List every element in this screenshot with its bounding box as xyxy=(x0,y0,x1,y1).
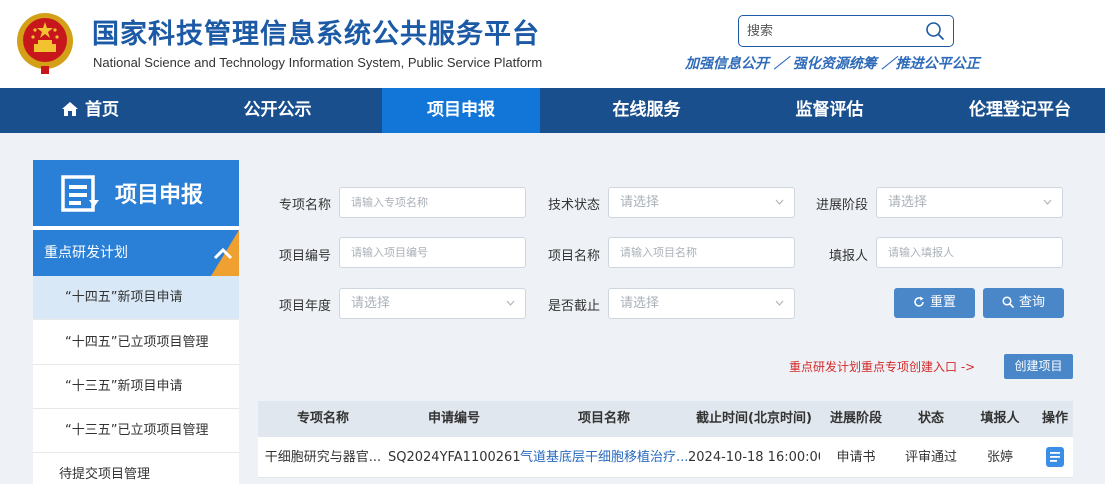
chevron-down-icon xyxy=(775,300,784,306)
column-header: 申请编号 xyxy=(427,411,480,426)
sidebar-item-135-manage[interactable]: “十三五”已立项项目管理 xyxy=(33,409,239,453)
sidebar-title: 项目申报 xyxy=(115,183,204,208)
cell-code: SQ2024YFA1100261 xyxy=(388,450,520,465)
refresh-icon xyxy=(914,296,924,307)
search-box xyxy=(738,15,954,47)
sidebar-item-135-new[interactable]: “十三五”新项目申请 xyxy=(33,365,239,409)
project-code-input[interactable] xyxy=(339,237,526,268)
cell-status: 评审通过 xyxy=(904,450,957,465)
label-progress-stage: 进展阶段 xyxy=(815,198,868,213)
query-label: 查询 xyxy=(1018,295,1045,310)
cell-stage: 申请书 xyxy=(836,450,876,465)
project-year-placeholder: 请选择 xyxy=(351,296,391,311)
cell-special-name: 干细胞研究与器官... xyxy=(264,450,382,465)
search-icon xyxy=(1002,296,1014,308)
is-closed-select[interactable]: 请选择 xyxy=(608,288,795,319)
cell-deadline: 2024-10-18 16:00:00 xyxy=(688,450,820,465)
label-is-closed: 是否截止 xyxy=(547,299,600,314)
chevron-down-icon xyxy=(1043,199,1052,205)
filter-panel: 专项名称 技术状态 请选择 进展阶段 请选择 项目编号 项目名称 填报人 项目年… xyxy=(258,170,1073,337)
sidebar-item-pending[interactable]: 待提交项目管理 xyxy=(33,455,239,484)
document-icon[interactable] xyxy=(1046,447,1064,467)
chevron-down-icon xyxy=(775,199,784,205)
create-project-button[interactable]: 创建项目 xyxy=(1004,354,1073,379)
sidebar: 项目申报 重点研发计划 “十四五”新项目申请 “十四五”已立项项目管理 “十三五… xyxy=(33,160,239,484)
cell-applicant: 张婷 xyxy=(986,450,1013,465)
label-special-name: 专项名称 xyxy=(278,198,331,213)
column-header: 填报人 xyxy=(980,411,1020,426)
column-header: 截止时间(北京时间) xyxy=(696,411,812,426)
table-row: 干细胞研究与器官... SQ2024YFA1100261 气道基底层干细胞移植治… xyxy=(258,437,1073,478)
nav-item-public[interactable]: 公开公示 xyxy=(200,88,355,133)
tech-status-select[interactable]: 请选择 xyxy=(608,187,795,218)
label-applicant: 填报人 xyxy=(828,249,868,264)
chevron-down-icon xyxy=(506,300,515,306)
is-closed-placeholder: 请选择 xyxy=(620,296,660,311)
site-header: 国家科技管理信息系统公共服务平台 National Science and Te… xyxy=(0,0,1105,88)
nav-item-home[interactable]: 首页 xyxy=(20,88,160,133)
nav-item-project-apply[interactable]: 项目申报 xyxy=(382,88,540,133)
column-header: 状态 xyxy=(917,411,944,426)
progress-stage-select[interactable]: 请选择 xyxy=(876,187,1063,218)
key-project-entry-link[interactable]: 重点研发计划重点专项创建入口 -> xyxy=(789,358,975,375)
tech-status-placeholder: 请选择 xyxy=(620,195,660,210)
nav-item-online-service[interactable]: 在线服务 xyxy=(569,88,724,133)
site-title: 国家科技管理信息系统公共服务平台 xyxy=(92,19,540,50)
sidebar-item-145-manage[interactable]: “十四五”已立项项目管理 xyxy=(33,321,239,365)
slogan: 加强信息公开 ／ 强化资源统筹 ／推进公平公正 xyxy=(685,56,980,72)
home-icon xyxy=(62,102,78,116)
search-input[interactable] xyxy=(747,16,917,46)
national-emblem-icon xyxy=(17,13,73,74)
progress-stage-placeholder: 请选择 xyxy=(888,195,928,210)
nav-item-label: 首页 xyxy=(85,100,119,120)
reset-button[interactable]: 重置 xyxy=(894,288,975,318)
sidebar-item-145-new[interactable]: “十四五”新项目申请 xyxy=(33,276,239,320)
label-tech-status: 技术状态 xyxy=(547,198,600,213)
label-project-year: 项目年度 xyxy=(278,299,331,314)
form-icon xyxy=(61,175,99,212)
column-header: 操作 xyxy=(1041,411,1068,426)
search-icon[interactable] xyxy=(925,21,945,41)
label-project-name: 项目名称 xyxy=(547,249,600,264)
project-name-input[interactable] xyxy=(608,237,795,268)
column-header: 专项名称 xyxy=(296,411,349,426)
label-project-code: 项目编号 xyxy=(278,249,331,264)
applicant-input[interactable] xyxy=(876,237,1063,268)
table-header: 专项名称 申请编号 项目名称 截止时间(北京时间) 进展阶段 状态 填报人 操作 xyxy=(258,401,1073,437)
chevron-up-icon[interactable] xyxy=(193,230,239,276)
nav-item-supervision[interactable]: 监督评估 xyxy=(752,88,907,133)
sidebar-group-label: 重点研发计划 xyxy=(44,245,128,261)
special-name-input[interactable] xyxy=(339,187,526,218)
nav-item-ethics[interactable]: 伦理登记平台 xyxy=(935,88,1105,133)
sidebar-group-key-rd[interactable]: 重点研发计划 xyxy=(33,230,239,276)
main-nav: 首页 公开公示 项目申报 在线服务 监督评估 伦理登记平台 xyxy=(0,88,1105,133)
project-year-select[interactable]: 请选择 xyxy=(339,288,526,319)
column-header: 进展阶段 xyxy=(829,411,882,426)
cell-project-name-link[interactable]: 气道基底层干细胞移植治疗... xyxy=(520,437,688,478)
site-subtitle: National Science and Technology Informat… xyxy=(93,55,543,70)
column-header: 项目名称 xyxy=(577,411,630,426)
sidebar-header: 项目申报 xyxy=(33,160,239,226)
reset-label: 重置 xyxy=(929,295,956,310)
query-button[interactable]: 查询 xyxy=(983,288,1064,318)
